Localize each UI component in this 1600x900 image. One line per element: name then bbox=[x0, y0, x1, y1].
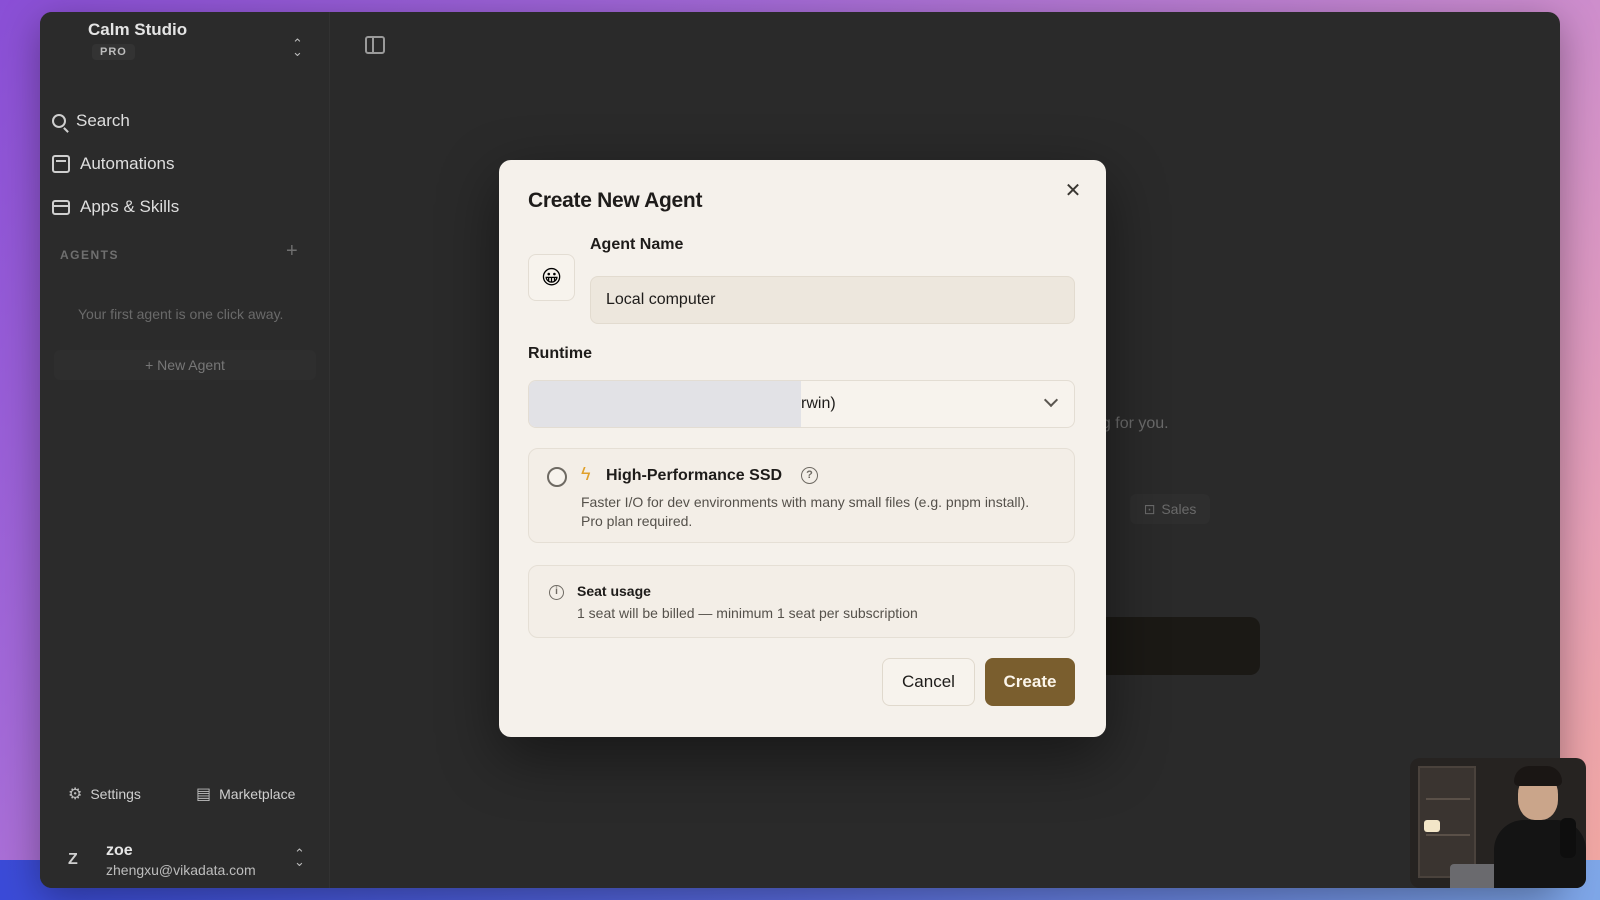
info-icon: i bbox=[549, 585, 564, 600]
seat-usage-description: 1 seat will be billed — minimum 1 seat p… bbox=[577, 605, 918, 621]
runtime-select[interactable]: rwin) bbox=[528, 380, 1075, 428]
user-email: zhengxu@vikadata.com bbox=[106, 862, 256, 878]
chevron-down-icon bbox=[1043, 392, 1059, 408]
emoji-icon: 😀 bbox=[541, 267, 562, 289]
lightning-icon: ϟ bbox=[581, 464, 591, 484]
seat-usage-title: Seat usage bbox=[577, 583, 651, 599]
app-window-icon bbox=[52, 199, 70, 215]
lamp-graphic bbox=[1424, 820, 1440, 832]
agent-name-label: Agent Name bbox=[590, 236, 684, 253]
microphone-graphic bbox=[1560, 818, 1576, 858]
close-icon[interactable]: ✕ bbox=[1062, 180, 1084, 202]
dialog-title: Create New Agent bbox=[528, 189, 703, 212]
settings-link[interactable]: ⚙ Settings bbox=[68, 784, 141, 804]
new-agent-button[interactable]: + New Agent bbox=[54, 350, 316, 380]
sidebar-toggle-icon[interactable] bbox=[365, 36, 385, 54]
runtime-label: Runtime bbox=[528, 345, 592, 362]
emoji-picker-button[interactable]: 😀 bbox=[528, 254, 575, 301]
user-name: zoe bbox=[106, 842, 133, 859]
sidebar-item-automations[interactable]: Automations bbox=[52, 151, 175, 177]
sidebar-item-apps-skills[interactable]: Apps & Skills bbox=[52, 194, 179, 220]
search-icon bbox=[52, 114, 66, 128]
sidebar-item-search[interactable]: Search bbox=[52, 108, 130, 134]
marketplace-link[interactable]: ▤ Marketplace bbox=[196, 784, 295, 804]
sidebar-item-label: Search bbox=[76, 111, 130, 130]
background-button bbox=[1090, 617, 1260, 675]
agents-section-header: AGENTS bbox=[60, 248, 120, 262]
ssd-radio[interactable] bbox=[547, 467, 567, 487]
help-icon[interactable]: ? bbox=[801, 467, 818, 484]
calendar-clock-icon bbox=[52, 155, 70, 173]
chevron-up-down-icon[interactable]: ⌃ ⌄ bbox=[292, 37, 303, 58]
create-agent-dialog: Create New Agent ✕ 😀 Agent Name Runtime … bbox=[499, 160, 1106, 737]
create-button[interactable]: Create bbox=[985, 658, 1075, 706]
background-chip-label: Sales bbox=[1161, 501, 1197, 517]
sidebar: Calm Studio PRO ⌃ ⌄ Search Automations Ap… bbox=[40, 12, 330, 888]
ssd-option-card[interactable]: ϟ High-Performance SSD ? Faster I/O for … bbox=[528, 448, 1075, 543]
cart-icon: ⊡ bbox=[1143, 500, 1156, 517]
seat-usage-card: i Seat usage 1 seat will be billed — min… bbox=[528, 565, 1075, 638]
plan-badge: PRO bbox=[92, 44, 135, 60]
ssd-title: High-Performance SSD bbox=[606, 467, 783, 484]
webcam-overlay bbox=[1410, 758, 1586, 888]
org-switcher[interactable]: Calm Studio PRO bbox=[88, 20, 187, 60]
store-icon: ▤ bbox=[196, 786, 212, 803]
user-menu[interactable]: Z zoe zhengxu@vikadata.com bbox=[68, 842, 256, 878]
sidebar-item-label: Apps & Skills bbox=[80, 197, 180, 216]
cancel-button[interactable]: Cancel bbox=[882, 658, 975, 706]
agent-name-input[interactable] bbox=[590, 276, 1075, 324]
marketplace-label: Marketplace bbox=[219, 786, 296, 802]
ssd-description: Faster I/O for dev environments with man… bbox=[581, 494, 1030, 529]
sidebar-item-label: Automations bbox=[80, 154, 175, 173]
background-chip: ⊡ Sales bbox=[1130, 494, 1210, 524]
gear-icon: ⚙ bbox=[68, 786, 83, 803]
agents-empty-text: Your first agent is one click away. bbox=[78, 306, 284, 322]
avatar: Z bbox=[68, 851, 78, 868]
presenter-hair-graphic bbox=[1514, 766, 1562, 786]
org-name: Calm Studio bbox=[88, 20, 188, 39]
settings-label: Settings bbox=[90, 786, 141, 802]
add-agent-icon[interactable]: + bbox=[286, 240, 298, 263]
chevron-up-down-icon[interactable]: ⌃ ⌄ bbox=[294, 847, 305, 868]
runtime-value: rwin) bbox=[801, 395, 836, 412]
redacted-region bbox=[529, 381, 801, 427]
